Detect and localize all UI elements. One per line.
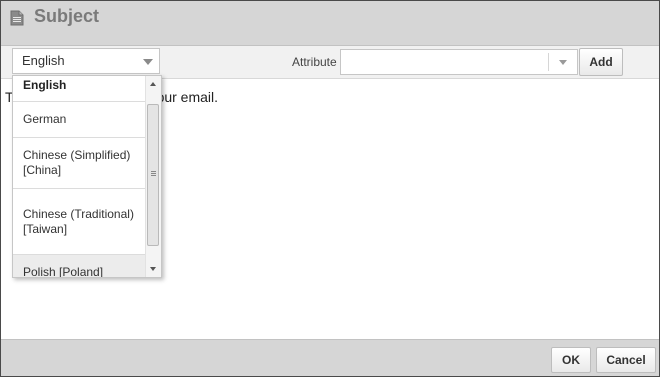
dropdown-scrollbar[interactable] (145, 76, 161, 277)
language-select[interactable]: English (12, 48, 160, 74)
ok-button[interactable]: OK (551, 347, 591, 373)
subject-text-end: our email. (156, 89, 219, 105)
dialog-footer: OK Cancel (1, 339, 659, 376)
grip-icon (151, 173, 156, 174)
language-option-polish[interactable]: Polish [Poland] (13, 255, 146, 277)
language-dropdown-list[interactable]: English German Chinese (Simplified) [Chi… (12, 75, 162, 278)
dialog-title: Subject (34, 6, 100, 26)
language-option-german[interactable]: German (13, 102, 146, 138)
dialog-titlebar: Subject (1, 1, 659, 46)
chevron-down-icon[interactable] (559, 60, 567, 65)
scroll-down-icon[interactable] (150, 267, 156, 271)
language-option-english[interactable]: English (13, 76, 146, 102)
grip-icon (151, 175, 156, 176)
grip-icon (151, 171, 156, 172)
document-icon (10, 10, 24, 26)
add-button[interactable]: Add (579, 48, 623, 76)
scrollbar-thumb[interactable] (147, 104, 159, 246)
subject-dialog: Subject English Attribute Add Tour email… (0, 0, 660, 377)
language-option-chinese-simplified[interactable]: Chinese (Simplified) [China] (13, 138, 146, 189)
language-option-list: English German Chinese (Simplified) [Chi… (13, 76, 146, 277)
scroll-up-icon[interactable] (150, 82, 156, 86)
cancel-button[interactable]: Cancel (596, 347, 656, 373)
language-select-value: English (22, 53, 65, 68)
chevron-down-icon[interactable] (143, 59, 153, 65)
attribute-label: Attribute (292, 55, 337, 69)
language-option-chinese-traditional[interactable]: Chinese (Traditional) [Taiwan] (13, 189, 146, 255)
attribute-combobox[interactable] (340, 49, 578, 75)
combobox-divider (548, 53, 549, 71)
